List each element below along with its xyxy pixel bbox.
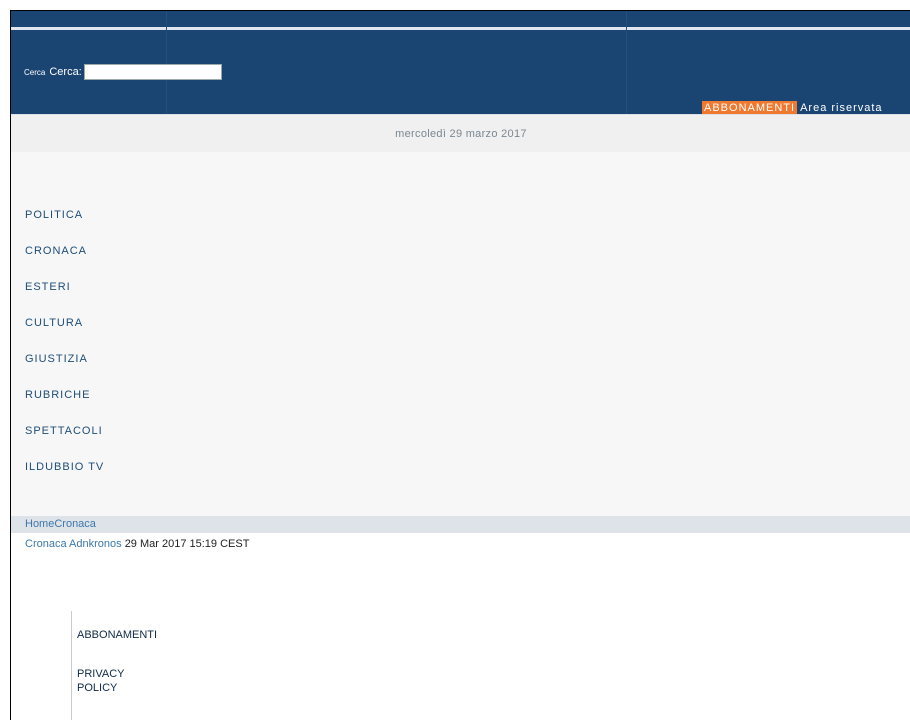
footer-privacy-link[interactable]: PRIVACY POLICY — [77, 667, 147, 695]
current-date: mercoledì 29 marzo 2017 — [395, 128, 527, 140]
article-category-link[interactable]: Cronaca — [25, 538, 67, 550]
nav-list: POLITICA CRONACA ESTERI CULTURA GIUSTIZI… — [25, 206, 104, 494]
nav-item-cronaca[interactable]: CRONACA — [25, 242, 104, 278]
article-meta: Cronaca Adnkronos 29 Mar 2017 15:19 CEST — [25, 538, 249, 551]
footer-subscriptions-link[interactable]: ABBONAMENTI — [77, 628, 157, 642]
search-label: Cerca: — [49, 66, 82, 78]
search-form: Cerca Cerca: — [24, 63, 222, 81]
nav-item-ildubbio-tv[interactable]: ILDUBBIO TV — [25, 458, 104, 494]
site-header: Cerca Cerca: ABBONAMENTI Area riservata — [11, 11, 910, 116]
breadcrumb-home[interactable]: Home — [25, 518, 54, 530]
search-tiny-label: Cerca — [24, 67, 46, 77]
footer-links: ABBONAMENTI PRIVACY POLICY — [71, 611, 271, 720]
header-column-divider — [626, 11, 627, 114]
main-nav: POLITICA CRONACA ESTERI CULTURA GIUSTIZI… — [11, 152, 910, 516]
header-rule — [11, 27, 910, 30]
browser-viewport: Cerca Cerca: ABBONAMENTI Area riservata … — [10, 10, 910, 720]
nav-item-cultura[interactable]: CULTURA — [25, 314, 104, 350]
breadcrumb: HomeCronaca — [11, 516, 910, 533]
nav-item-spettacoli[interactable]: SPETTACOLI — [25, 422, 104, 458]
article-source-link[interactable]: Adnkronos — [69, 538, 122, 550]
nav-item-esteri[interactable]: ESTERI — [25, 278, 104, 314]
breadcrumb-section[interactable]: Cronaca — [54, 518, 96, 530]
nav-item-giustizia[interactable]: GIUSTIZIA — [25, 350, 104, 386]
search-input[interactable] — [83, 64, 222, 80]
article-timestamp: 29 Mar 2017 15:19 CEST — [124, 538, 250, 550]
nav-item-politica[interactable]: POLITICA — [25, 206, 104, 242]
nav-item-rubriche[interactable]: RUBRICHE — [25, 386, 104, 422]
date-bar: mercoledì 29 marzo 2017 — [11, 114, 910, 152]
